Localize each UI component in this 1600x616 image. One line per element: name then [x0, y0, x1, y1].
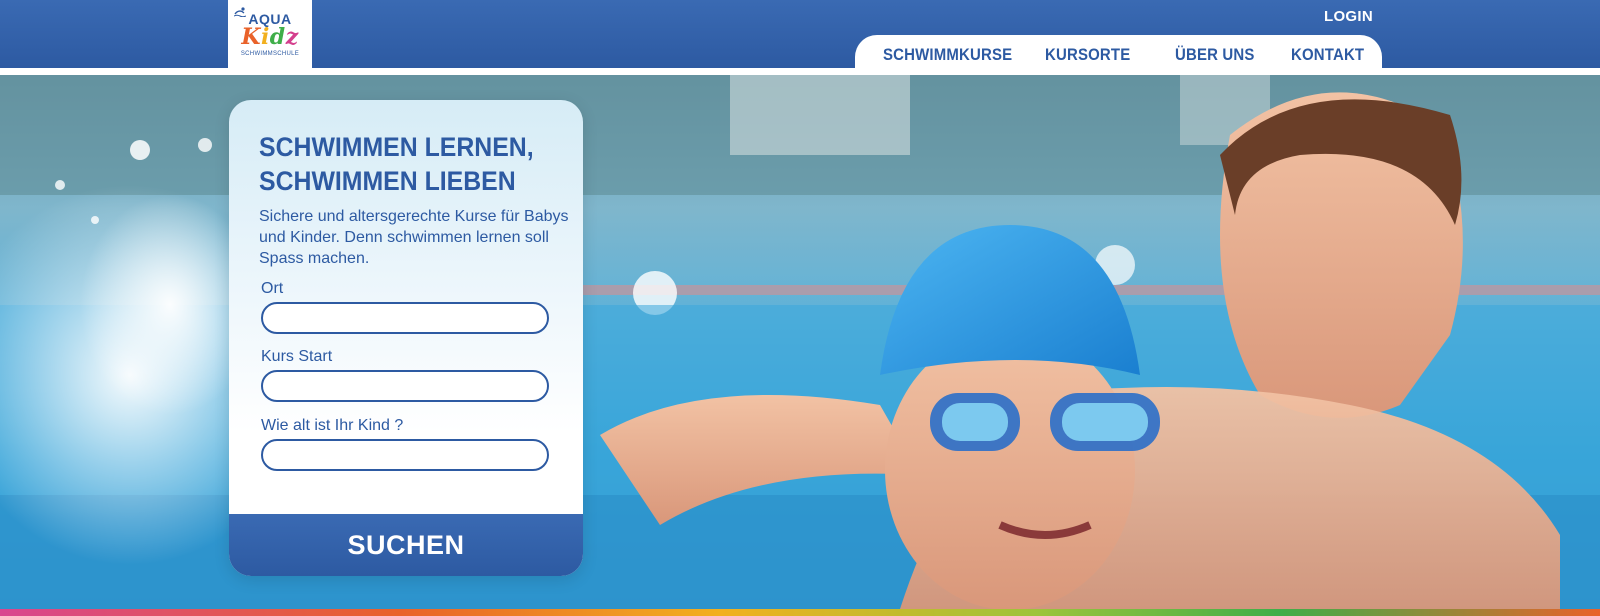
logo-letter-i: i — [260, 23, 270, 50]
nav-item-kursorte[interactable]: KURSORTE — [1045, 45, 1130, 65]
swimmer-icon — [234, 7, 246, 17]
location-input[interactable] — [261, 302, 549, 334]
search-button[interactable]: SUCHEN — [229, 514, 583, 576]
rainbow-divider — [0, 609, 1600, 616]
login-link[interactable]: LOGIN — [1324, 8, 1373, 25]
logo-kidz: Kidz — [241, 26, 298, 48]
hero-subtitle: Sichere und altersgerechte Kurse für Bab… — [259, 208, 569, 267]
hero-title: SCHWIMMEN LERNEN, SCHWIMMEN LIEBEN — [259, 130, 544, 198]
logo-tagline: SCHWIMMSCHULE — [240, 50, 300, 57]
child-age-input[interactable] — [261, 439, 549, 471]
field-label-age: Wie alt ist Ihr Kind ? — [261, 417, 404, 434]
logo[interactable]: AQUA Kidz SCHWIMMSCHULE — [228, 0, 312, 68]
hero-title-line-2: SCHWIMMEN LIEBEN — [259, 166, 516, 196]
course-search-card: SCHWIMMEN LERNEN, SCHWIMMEN LIEBEN Siche… — [229, 100, 583, 576]
hero-title-line-1: SCHWIMMEN LERNEN, — [259, 132, 534, 162]
nav-item-ueber-uns[interactable]: ÜBER UNS — [1175, 45, 1255, 65]
logo-letter-z: z — [285, 23, 299, 50]
nav-item-schwimmkurse[interactable]: SCHWIMMKURSE — [883, 45, 1012, 65]
logo-letter-k: K — [241, 23, 261, 50]
field-label-ort: Ort — [261, 280, 284, 297]
course-start-input[interactable] — [261, 370, 549, 402]
field-label-kurs-start: Kurs Start — [261, 348, 333, 365]
main-nav: SCHWIMMKURSE KURSORTE ÜBER UNS KONTAKT — [855, 35, 1382, 75]
logo-letter-d: d — [269, 23, 286, 50]
nav-item-kontakt[interactable]: KONTAKT — [1291, 45, 1364, 65]
